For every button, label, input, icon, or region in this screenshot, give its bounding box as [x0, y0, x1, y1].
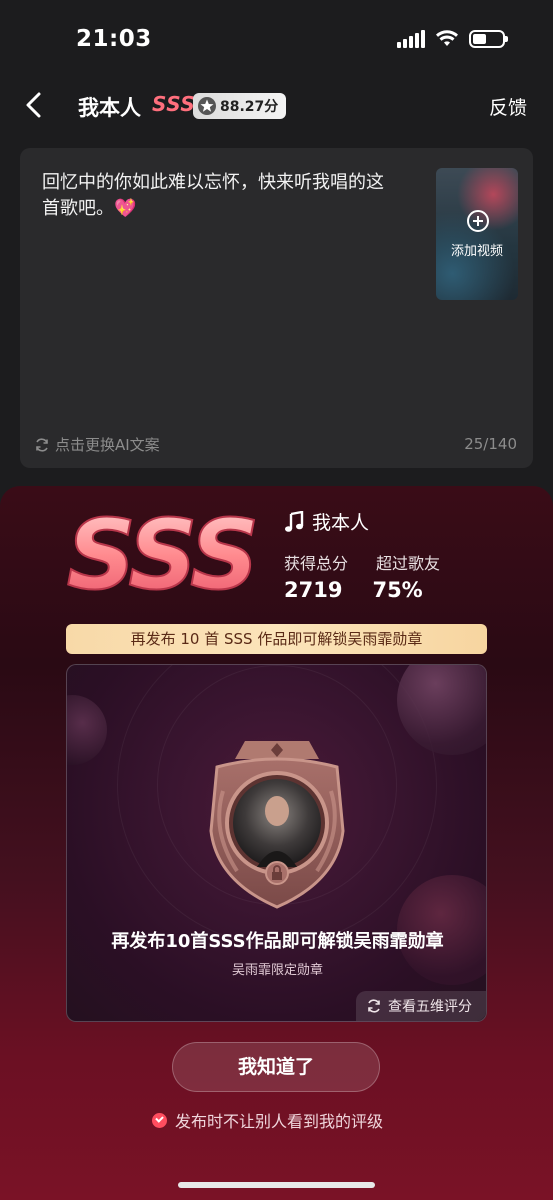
- badge-unlock-title: 再发布10首SSS作品即可解锁吴雨霏勋章: [111, 931, 444, 952]
- status-time: 21:03: [76, 26, 152, 52]
- singer-badge-graphic: [209, 741, 345, 909]
- decorative-planet: [67, 695, 107, 765]
- add-video-button[interactable]: 添加视频: [436, 168, 518, 300]
- refresh-ai-caption-button[interactable]: 点击更换AI文案: [34, 434, 160, 455]
- status-icons: [397, 30, 508, 48]
- score-value: 88.27分: [220, 99, 279, 115]
- sss-grade-graphic: SSS: [66, 498, 261, 606]
- status-bar: 21:03: [0, 0, 553, 80]
- battery-icon: [469, 30, 508, 48]
- add-video-label: 添加视频: [450, 244, 503, 259]
- got-it-button[interactable]: 我知道了: [172, 1042, 380, 1092]
- page-title: 我本人: [78, 96, 141, 120]
- back-icon[interactable]: [20, 90, 50, 120]
- total-score-value: 2719: [284, 578, 343, 602]
- song-title-row: 我本人: [284, 508, 369, 535]
- sss-grade-text: SSS: [67, 499, 256, 606]
- five-dim-score-button[interactable]: 查看五维评分: [356, 991, 486, 1021]
- result-sheet: SSS 我本人 获得总分 超过歌友 2719 75% 再发布 10 首 SSS …: [0, 486, 553, 1200]
- music-note-icon: [285, 510, 304, 532]
- badge-subtitle: 吴雨霏限定勋章: [231, 963, 323, 978]
- unlock-banner: 再发布 10 首 SSS 作品即可解锁吴雨霏勋章: [66, 624, 487, 654]
- char-count: 25/140: [464, 435, 517, 453]
- beat-label: 超过歌友: [376, 554, 441, 573]
- stat-labels: 获得总分 超过歌友: [284, 550, 440, 574]
- checkmark-icon[interactable]: [152, 1112, 167, 1128]
- feedback-button[interactable]: 反馈: [489, 93, 527, 120]
- caption-card: 回忆中的你如此难以忘怀，快来听我唱的这首歌吧。💖 添加视频 点击更换AI文案 2…: [20, 148, 533, 468]
- badge-card: 再发布10首SSS作品即可解锁吴雨霏勋章 吴雨霏限定勋章 查看五维评分: [66, 664, 487, 1022]
- five-dim-label: 查看五维评分: [388, 999, 472, 1015]
- wifi-icon: [436, 30, 458, 46]
- total-score-label: 获得总分: [284, 554, 349, 573]
- song-name: 我本人: [312, 512, 370, 534]
- beat-value: 75%: [372, 578, 423, 602]
- refresh-icon: [368, 999, 380, 1013]
- score-badge: 88.27分: [193, 93, 287, 119]
- refresh-ai-label: 点击更换AI文案: [55, 436, 160, 454]
- stat-values: 2719 75%: [284, 578, 423, 602]
- refresh-icon: [36, 437, 48, 452]
- grade-label: SSS: [152, 92, 196, 116]
- caption-input[interactable]: 回忆中的你如此难以忘怀，快来听我唱的这首歌吧。💖: [42, 170, 392, 222]
- hide-grade-toggle[interactable]: 发布时不让别人看到我的评级: [152, 1108, 383, 1132]
- star-badge-icon: [198, 97, 216, 115]
- plus-circle-icon: [467, 210, 489, 232]
- hide-grade-label: 发布时不让别人看到我的评级: [175, 1112, 384, 1131]
- cellular-signal-icon: [397, 30, 425, 48]
- nav-bar: 我本人 SSS 88.27分 反馈: [0, 84, 553, 128]
- home-indicator: [178, 1182, 375, 1188]
